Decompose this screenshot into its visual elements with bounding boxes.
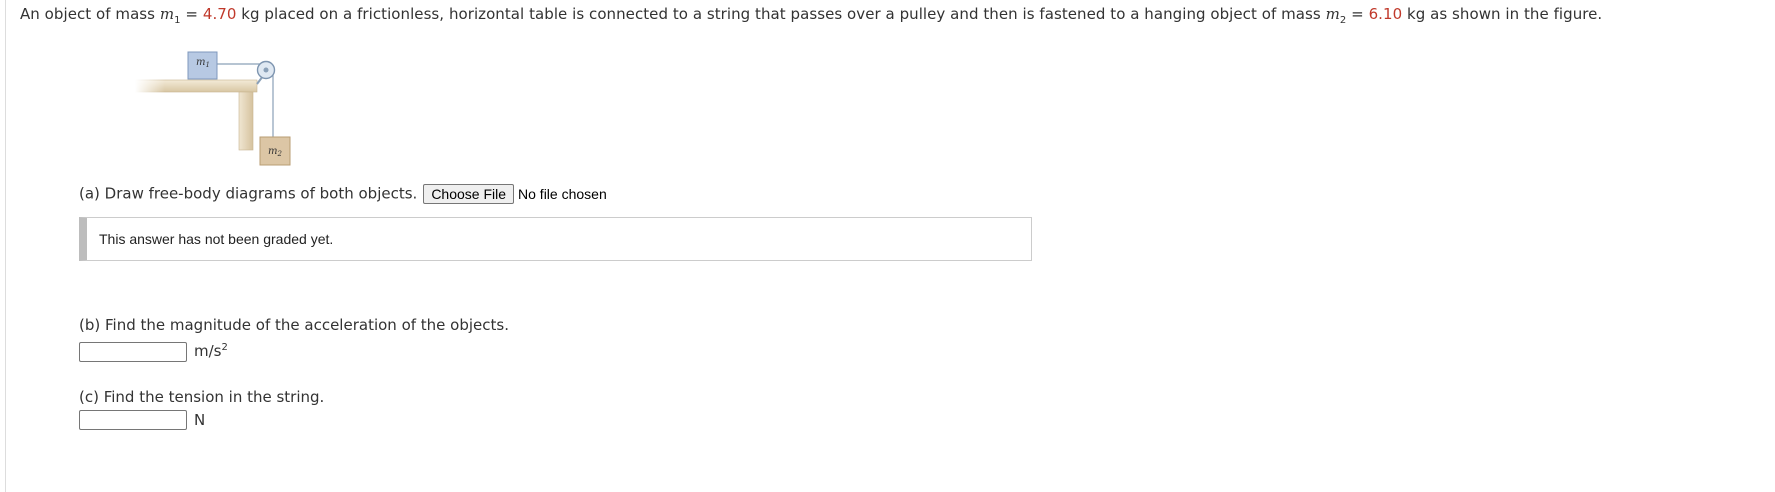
m1-subscript: 1 bbox=[174, 15, 181, 26]
m2-figure-label: m bbox=[268, 146, 277, 157]
problem-statement: An object of mass m1 = 4.70 kg placed on… bbox=[20, 5, 1602, 26]
m1-symbol: m bbox=[159, 5, 175, 23]
pulley bbox=[256, 60, 276, 85]
problem-end: kg as shown in the figure. bbox=[1407, 5, 1603, 23]
m1-value: 4.70 bbox=[202, 5, 237, 23]
part-c-question: (c) Find the tension in the string. bbox=[79, 388, 325, 406]
m1-figure-sub: 1 bbox=[205, 61, 209, 69]
grading-status-box: This answer has not been graded yet. bbox=[79, 217, 1032, 261]
m1-figure-label: m bbox=[196, 57, 205, 68]
file-status-text: No file chosen bbox=[518, 186, 607, 202]
choose-file-button[interactable]: Choose File bbox=[423, 184, 515, 204]
block-m2: m2 bbox=[259, 136, 291, 166]
part-b-question: (b) Find the magnitude of the accelerati… bbox=[79, 316, 509, 334]
block-m1: m1 bbox=[187, 51, 218, 80]
acceleration-unit-exponent: 2 bbox=[221, 342, 228, 353]
grading-status-text: This answer has not been graded yet. bbox=[99, 231, 334, 247]
page-left-border bbox=[5, 0, 6, 492]
m2-subscript: 2 bbox=[1339, 15, 1347, 26]
tension-unit: N bbox=[194, 411, 206, 429]
m2-figure-sub: 2 bbox=[276, 150, 282, 158]
pulley-figure: m1 m2 bbox=[135, 51, 291, 166]
equals-sign-2: = bbox=[1351, 5, 1364, 23]
acceleration-answer-input[interactable] bbox=[79, 342, 187, 362]
part-a-question: (a) Draw free-body diagrams of both obje… bbox=[79, 184, 418, 203]
problem-middle: kg placed on a frictionless, horizontal … bbox=[241, 5, 1321, 23]
m2-symbol: m bbox=[1325, 5, 1340, 23]
part-a: (a) Draw free-body diagrams of both obje… bbox=[79, 184, 607, 204]
acceleration-unit-base: m/s bbox=[194, 342, 222, 360]
table bbox=[135, 78, 258, 151]
equals-sign-1: = bbox=[185, 5, 199, 23]
acceleration-unit: m/s2 bbox=[194, 342, 228, 360]
m2-value: 6.10 bbox=[1368, 5, 1403, 23]
problem-intro: An object of mass bbox=[20, 5, 156, 23]
tension-answer-input[interactable] bbox=[79, 410, 187, 430]
